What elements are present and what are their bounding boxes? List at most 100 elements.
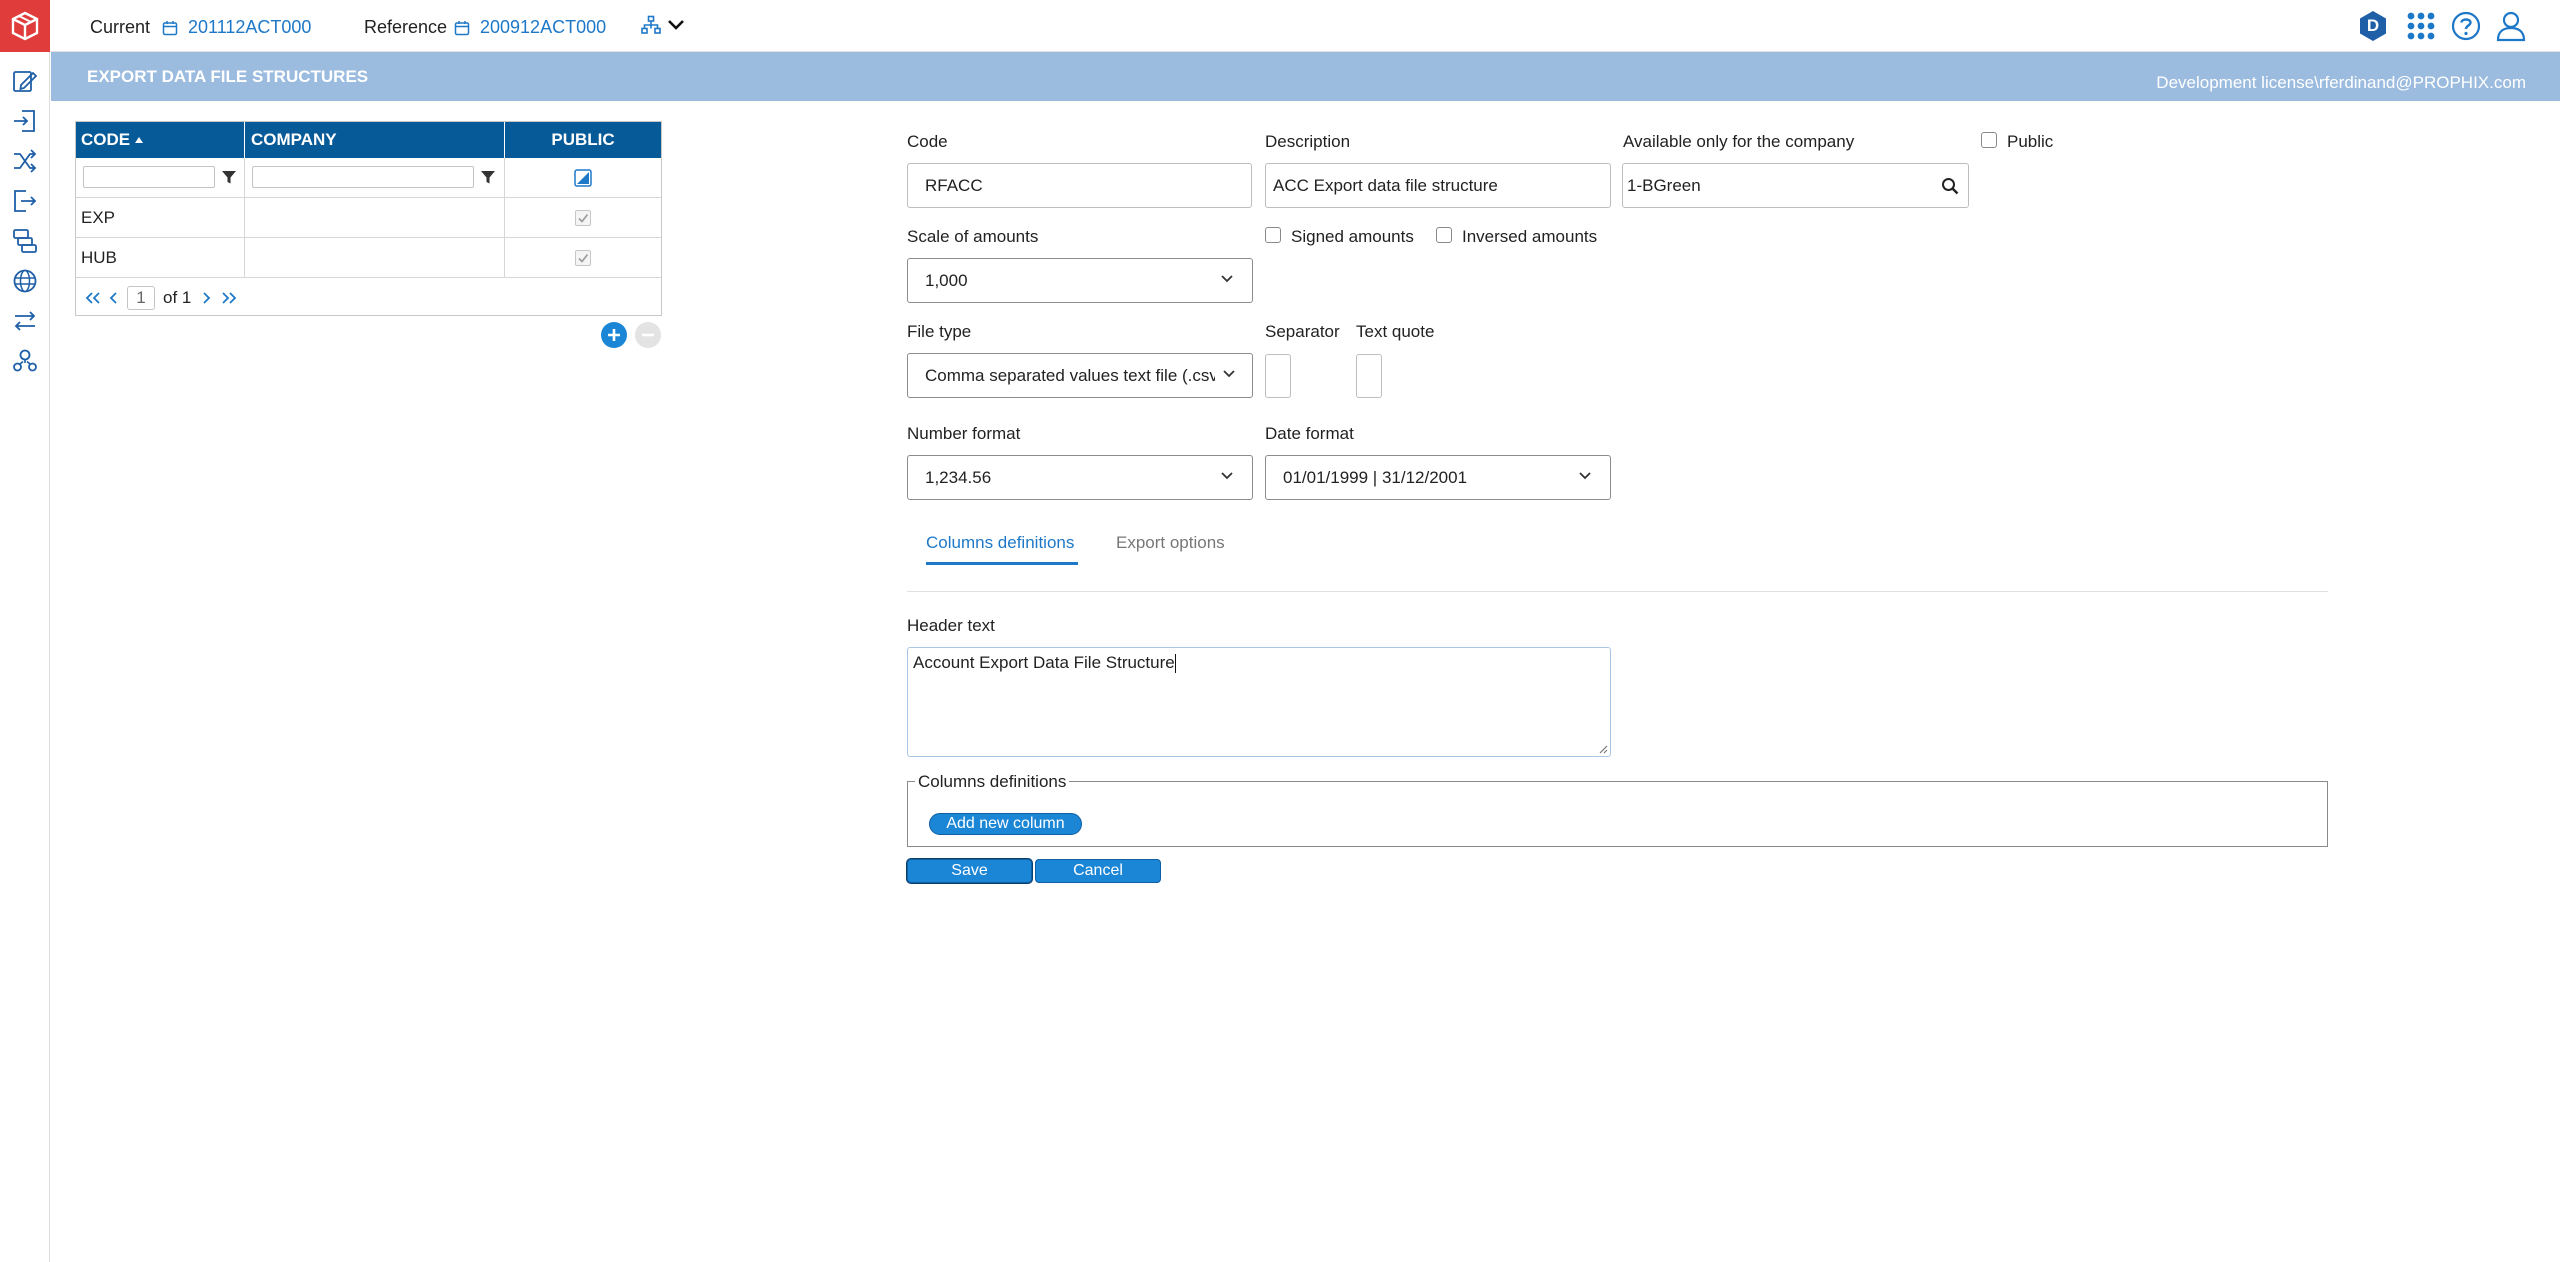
table-row-code[interactable]: EXP (76, 198, 245, 238)
layers-icon (12, 228, 38, 254)
tab-columns-definitions[interactable]: Columns definitions (926, 533, 1074, 553)
header-text-area[interactable]: Account Export Data File Structure (907, 647, 1611, 757)
chevron-down-icon (1220, 274, 1234, 284)
page-count-text: of 1 (163, 288, 192, 307)
code-filter-input[interactable] (83, 166, 215, 188)
resize-handle-icon[interactable] (1598, 744, 1608, 754)
chevron-down-icon (1578, 471, 1592, 481)
cancel-button[interactable]: Cancel (1035, 859, 1161, 883)
table-row-code[interactable]: HUB (76, 238, 245, 278)
calendar-icon (454, 20, 470, 36)
company-field[interactable]: 1-BGreen (1622, 163, 1969, 208)
public-checkbox[interactable] (1981, 132, 1997, 148)
columns-definitions-fieldset (907, 781, 2328, 847)
search-icon[interactable] (1941, 177, 1959, 195)
help-icon (2451, 11, 2481, 41)
reference-label: Reference (364, 17, 448, 37)
user-avatar-badge[interactable]: D (2356, 9, 2390, 43)
top-bar: Current 201112ACT000 Reference 200912ACT… (0, 0, 2560, 52)
save-button[interactable]: Save (907, 859, 1032, 883)
user-profile-button[interactable] (2494, 9, 2528, 43)
company-filter-input[interactable] (252, 166, 474, 188)
table-row-company[interactable] (245, 238, 505, 278)
column-header-code[interactable]: CODE (76, 122, 245, 158)
globe-icon (12, 268, 38, 294)
page-number-input[interactable]: 1 (127, 286, 155, 310)
date-format-select[interactable]: 01/01/1999 | 31/12/2001 (1265, 455, 1611, 500)
sidebar-item-layers[interactable] (10, 226, 40, 256)
chevron-down-icon (1222, 369, 1236, 379)
apps-grid-button[interactable] (2404, 9, 2438, 43)
number-format-label: Number format (907, 424, 1021, 443)
tab-export-options[interactable]: Export options (1116, 533, 1225, 553)
public-checkbox-readonly (575, 249, 591, 266)
header-text-label: Header text (907, 616, 995, 635)
page-title: EXPORT DATA FILE STRUCTURES (87, 67, 369, 86)
separator-field[interactable] (1265, 354, 1291, 398)
app-logo-icon (9, 10, 41, 42)
remove-row-button[interactable] (635, 322, 661, 348)
app-logo[interactable] (0, 0, 50, 52)
sidebar-item-transfer[interactable] (10, 306, 40, 336)
text-quote-field[interactable] (1356, 354, 1382, 398)
import-icon (12, 108, 38, 134)
add-new-column-button[interactable]: Add new column (929, 813, 1082, 835)
table-row-public (505, 238, 661, 278)
current-label: Current (90, 17, 151, 37)
left-sidebar (0, 52, 50, 1262)
filter-cell-code (76, 158, 245, 198)
header-text-value: Account Export Data File Structure (913, 653, 1175, 672)
sidebar-item-import[interactable] (10, 106, 40, 136)
minus-icon (640, 327, 656, 343)
column-header-company[interactable]: COMPANY (245, 122, 505, 158)
table-row-company[interactable] (245, 198, 505, 238)
filter-cell-public (505, 158, 661, 198)
code-label: Code (907, 132, 948, 151)
hierarchy-icon (641, 15, 661, 35)
sidebar-item-shuffle[interactable] (10, 146, 40, 176)
current-period-link[interactable]: 201112ACT000 (162, 17, 311, 38)
filter-icon[interactable] (221, 169, 237, 185)
sidebar-item-export[interactable] (10, 186, 40, 216)
chevron-down-icon (667, 18, 685, 32)
add-row-button[interactable] (601, 322, 627, 348)
column-header-public[interactable]: PUBLIC (505, 122, 661, 158)
description-field[interactable]: ACC Export data file structure (1265, 163, 1611, 208)
last-page-icon[interactable] (221, 291, 237, 305)
sidebar-item-globe[interactable] (10, 266, 40, 296)
inversed-amounts-checkbox[interactable] (1436, 227, 1452, 243)
text-quote-label: Text quote (1356, 322, 1435, 341)
page-title-bar: EXPORT DATA FILE STRUCTURES Development … (51, 52, 2560, 101)
column-header-label: PUBLIC (551, 130, 615, 149)
previous-page-icon[interactable] (109, 291, 119, 305)
file-type-value: Comma separated values text file (.csv (925, 365, 1215, 385)
date-format-value: 01/01/1999 | 31/12/2001 (1283, 467, 1468, 487)
license-info: Development license\rferdinand@PROPHIX.c… (2156, 73, 2526, 92)
scale-label: Scale of amounts (907, 227, 1039, 246)
description-label: Description (1265, 132, 1351, 151)
scale-select[interactable]: 1,000 (907, 258, 1253, 303)
reference-period-value: 200912ACT000 (480, 17, 607, 37)
file-type-select[interactable]: Comma separated values text file (.csv (907, 353, 1253, 398)
plus-icon (606, 327, 622, 343)
separator-label: Separator (1265, 322, 1340, 341)
filter-icon[interactable] (480, 169, 496, 185)
signed-amounts-checkbox[interactable] (1265, 227, 1281, 243)
sidebar-item-edit[interactable] (10, 66, 40, 96)
first-page-icon[interactable] (85, 291, 101, 305)
hierarchy-dropdown[interactable] (641, 15, 685, 35)
signed-amounts-label: Signed amounts (1291, 227, 1414, 246)
export-icon (12, 188, 38, 214)
avatar-letter: D (2366, 16, 2380, 35)
next-page-icon[interactable] (201, 291, 211, 305)
tristate-filter-icon[interactable] (574, 168, 592, 187)
help-button[interactable] (2449, 9, 2483, 43)
active-tab-indicator (926, 562, 1078, 565)
number-format-select[interactable]: 1,234.56 (907, 455, 1253, 500)
sidebar-item-org-chart[interactable] (10, 346, 40, 376)
code-field[interactable]: RFACC (907, 163, 1252, 208)
reference-period-link[interactable]: 200912ACT000 (454, 17, 606, 38)
grid-pager: 1 of 1 (76, 281, 661, 315)
columns-definitions-legend: Columns definitions (915, 772, 1070, 792)
date-format-label: Date format (1265, 424, 1354, 443)
